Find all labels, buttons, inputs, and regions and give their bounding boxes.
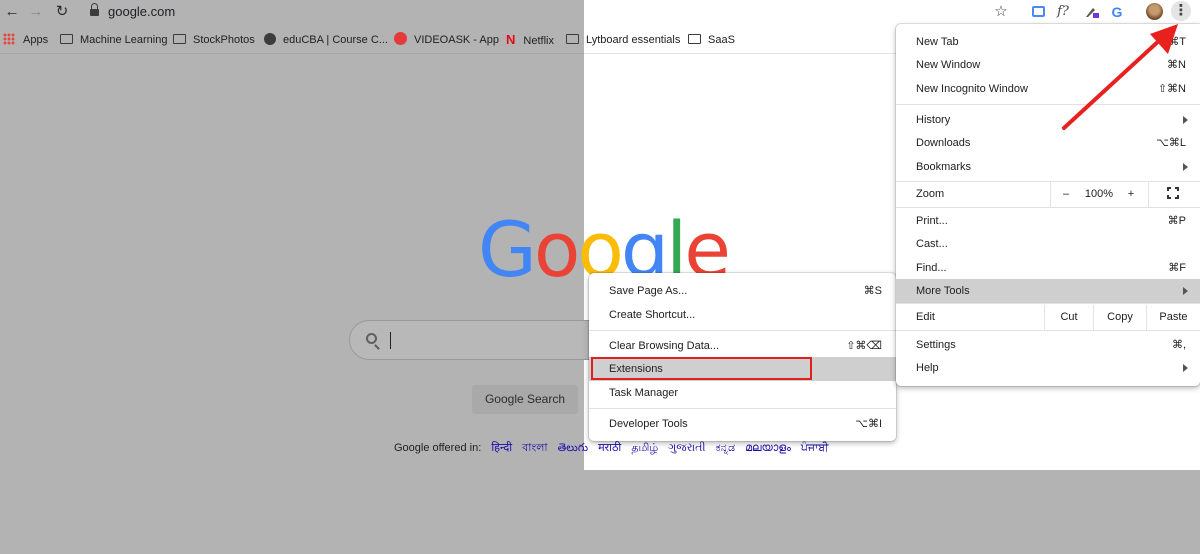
menu-separator (896, 330, 1200, 331)
menu-item-help[interactable]: Help (896, 356, 1200, 380)
extensions-highlight-box (591, 357, 812, 380)
cut-button[interactable]: Cut (1045, 305, 1093, 330)
folder-icon (566, 34, 579, 44)
copy-button[interactable]: Copy (1094, 305, 1146, 330)
menu-item-cast[interactable]: Cast... (896, 232, 1200, 256)
zoom-divider (1050, 182, 1051, 207)
menu-item-developer-tools[interactable]: Developer Tools ⌥⌘I (589, 412, 896, 436)
text-caret (390, 332, 391, 349)
menu-row-zoom: Zoom – 100% + (896, 182, 1200, 207)
language-link[interactable]: हिन्दी (491, 442, 512, 454)
educba-icon (264, 33, 276, 45)
language-link[interactable]: ગુજરાતી (668, 442, 705, 454)
logo-letter: G (478, 205, 537, 294)
menu-item-create-shortcut[interactable]: Create Shortcut... (589, 303, 896, 327)
extension-blue-icon[interactable] (1029, 3, 1047, 21)
avatar[interactable] (1145, 3, 1163, 21)
zoom-divider (1148, 182, 1149, 207)
apps-grid-icon (3, 33, 15, 45)
submenu-arrow-icon (1183, 364, 1188, 372)
paste-button[interactable]: Paste (1147, 305, 1200, 330)
menu-separator (896, 207, 1200, 208)
menu-item-bookmarks[interactable]: Bookmarks (896, 155, 1200, 179)
language-link[interactable]: తెలుగు (558, 442, 588, 454)
menu-item-find[interactable]: Find... ⌘F (896, 256, 1200, 280)
chrome-menu-icon[interactable]: ⋮ (1171, 1, 1191, 21)
bookmark-educba[interactable]: eduCBA | Course C... (264, 32, 388, 48)
submenu-arrow-icon (1183, 287, 1188, 295)
forward-arrow-icon[interactable]: → (26, 2, 46, 22)
pen-extension-icon[interactable] (1083, 3, 1101, 21)
bookmark-star-icon[interactable]: ☆ (992, 3, 1010, 21)
language-link[interactable]: ಕನ್ನಡ (716, 442, 736, 454)
annotation-arrow (1062, 24, 1178, 130)
languages-offered: Google offered in: हिन्दी বাংলা తెలుగు म… (394, 439, 828, 458)
menu-separator (896, 303, 1200, 304)
address-bar[interactable]: google.com (108, 2, 175, 22)
menu-item-task-manager[interactable]: Task Manager (589, 381, 896, 405)
menu-row-edit: Edit Cut Copy Paste (896, 305, 1200, 330)
menu-separator (589, 330, 896, 331)
bookmark-saas[interactable]: SaaS (688, 32, 735, 48)
lock-icon[interactable] (90, 3, 99, 16)
folder-icon (688, 34, 701, 44)
menu-item-save-page[interactable]: Save Page As... ⌘S (589, 279, 896, 303)
language-link[interactable]: मराठी (598, 442, 621, 454)
videoask-icon (394, 32, 407, 45)
zoom-level: 100% (1084, 188, 1114, 200)
fullscreen-icon[interactable] (1167, 187, 1179, 199)
offered-in-label: Google offered in: (394, 442, 482, 454)
bookmark-videoask[interactable]: VIDEOASK - App (394, 32, 499, 48)
bookmark-stockphotos[interactable]: StockPhotos (173, 32, 255, 48)
bookmark-machine-learning[interactable]: Machine Learning (60, 32, 167, 48)
menu-item-print[interactable]: Print... ⌘P (896, 209, 1200, 233)
zoom-in-button[interactable]: + (1121, 182, 1141, 207)
folder-icon (60, 34, 73, 44)
language-link[interactable]: বাংলা (522, 442, 547, 454)
folder-icon (173, 34, 186, 44)
google-extension-icon[interactable]: G (1108, 3, 1126, 21)
netflix-icon: N (506, 32, 516, 47)
zoom-out-button[interactable]: – (1056, 182, 1076, 207)
bookmark-apps[interactable]: Apps (3, 32, 48, 48)
submenu-arrow-icon (1183, 163, 1188, 171)
formula-extension-icon[interactable]: f? (1054, 3, 1072, 21)
back-arrow-icon[interactable]: ← (2, 2, 22, 22)
language-link[interactable]: தமிழ் (631, 442, 658, 454)
bookmark-netflix[interactable]: N Netflix (506, 32, 554, 48)
search-icon (366, 333, 377, 344)
reload-icon[interactable]: ↻ (52, 2, 72, 22)
menu-item-clear-browsing-data[interactable]: Clear Browsing Data... ⇧⌘⌫ (589, 334, 896, 358)
more-tools-submenu: Save Page As... ⌘S Create Shortcut... Cle… (589, 273, 896, 441)
bookmark-lytboard[interactable]: Lytboard essentials (566, 32, 680, 48)
menu-item-settings[interactable]: Settings ⌘, (896, 333, 1200, 357)
language-link[interactable]: ਪੰਜਾਬੀ (801, 442, 829, 454)
logo-letter: o (533, 205, 580, 294)
menu-item-more-tools[interactable]: More Tools (896, 279, 1200, 303)
google-search-button[interactable]: Google Search (472, 385, 578, 414)
menu-separator (589, 408, 896, 409)
language-link[interactable]: മലയാളം (745, 442, 791, 454)
